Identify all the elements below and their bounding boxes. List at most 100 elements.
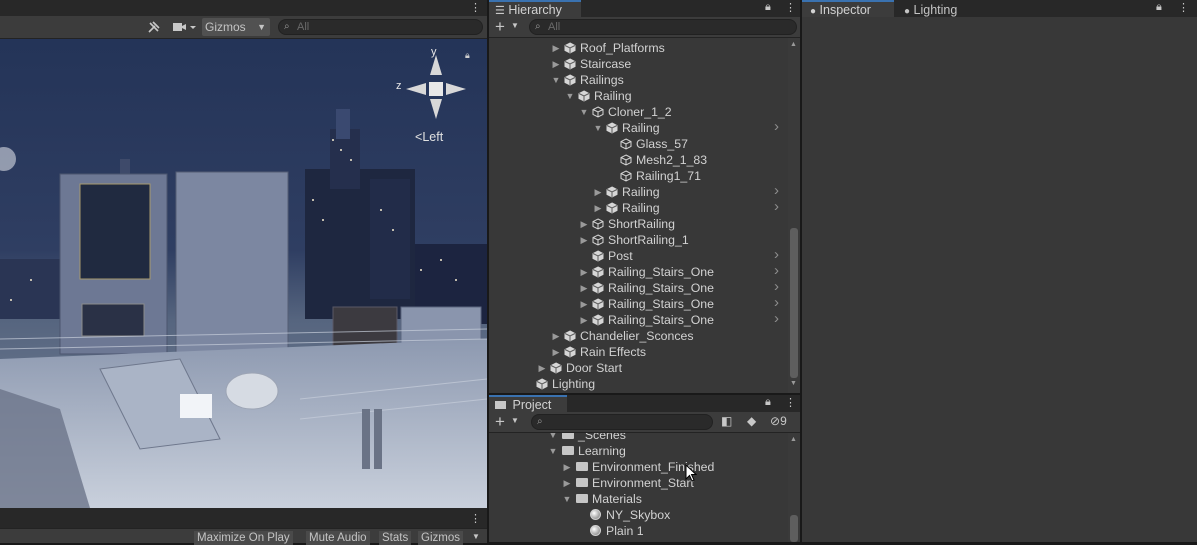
hierarchy-item[interactable]: ▶ Railing › [489, 199, 789, 216]
hierarchy-item[interactable]: Mesh2_1_83 [489, 152, 789, 168]
hierarchy-item[interactable]: ▶ Rain Effects [489, 344, 789, 360]
game-gizmos-dropdown[interactable]: Gizmos [418, 531, 463, 545]
prefab-open-chevron-icon[interactable]: › [774, 263, 779, 279]
project-folder-item[interactable]: ▼ _Scenes [489, 433, 789, 443]
hierarchy-search-input[interactable]: ⌕ All [529, 19, 797, 35]
project-search-input[interactable]: ⌕ [531, 414, 713, 430]
collapsed-arrow-icon[interactable]: ▶ [579, 264, 589, 280]
collapsed-arrow-icon[interactable]: ▶ [551, 40, 561, 56]
lock-icon[interactable]: 🔒︎ [765, 396, 771, 409]
hierarchy-item[interactable]: ▶ Staircase [489, 56, 789, 72]
collapsed-arrow-icon[interactable]: ▶ [537, 360, 547, 376]
hierarchy-item[interactable]: ▶ Door Start [489, 360, 789, 376]
chevron-down-icon[interactable]: ▼ [511, 21, 519, 30]
hierarchy-item[interactable]: ▶ Chandelier_Sconces [489, 328, 789, 344]
create-asset-button[interactable]: + [495, 413, 505, 431]
expanded-arrow-icon[interactable]: ▼ [551, 72, 561, 88]
scene-search-input[interactable]: ⌕ All [278, 19, 483, 35]
chevron-down-icon[interactable]: ▼ [511, 416, 519, 425]
tab-lighting[interactable]: ● Lighting [896, 0, 976, 17]
hierarchy-item[interactable]: ▶ Railing_Stairs_One › [489, 279, 789, 296]
tab-hierarchy[interactable]: ☰ Hierarchy [489, 0, 581, 17]
hierarchy-item[interactable]: ▼ Railings [489, 72, 789, 88]
project-folder-item[interactable]: ▶ Environment_Start [489, 475, 789, 491]
scene-viewport[interactable]: y z 🔒︎ <Left [0, 39, 487, 508]
hierarchy-item[interactable]: Railing1_71 [489, 168, 789, 184]
orientation-gizmo[interactable]: y z [392, 46, 472, 139]
hierarchy-item[interactable]: ▶ Railing_Stairs_One › [489, 295, 789, 312]
hierarchy-item[interactable]: ▼ Railing › [489, 119, 789, 136]
collapsed-arrow-icon[interactable]: ▶ [562, 459, 572, 475]
stats-toggle[interactable]: Stats [379, 531, 412, 545]
filter-by-type-icon[interactable]: ◧ [721, 414, 732, 428]
gizmos-dropdown[interactable]: Gizmos ▼ [202, 18, 270, 36]
expanded-arrow-icon[interactable]: ▼ [562, 491, 572, 507]
collapsed-arrow-icon[interactable]: ▶ [551, 328, 561, 344]
expanded-arrow-icon[interactable]: ▼ [579, 104, 589, 120]
kebab-menu-icon[interactable]: ⋮ [470, 1, 481, 14]
collapsed-arrow-icon[interactable]: ▶ [551, 56, 561, 72]
collapsed-arrow-icon[interactable]: ▶ [593, 184, 603, 200]
prefab-open-chevron-icon[interactable]: › [774, 199, 779, 215]
hierarchy-item[interactable]: ▶ ShortRailing_1 [489, 232, 789, 248]
project-folder-item[interactable]: ▼ Learning [489, 443, 789, 459]
prefab-open-chevron-icon[interactable]: › [774, 311, 779, 327]
scroll-thumb[interactable] [790, 515, 798, 542]
hierarchy-item[interactable]: ▼ Railing [489, 88, 789, 104]
kebab-menu-icon[interactable]: ⋮ [1178, 1, 1189, 14]
maximize-on-play-toggle[interactable]: Maximize On Play [194, 531, 293, 545]
tab-project[interactable]: Project [489, 395, 567, 412]
project-folder-item[interactable]: ▼ Materials [489, 491, 789, 507]
expanded-arrow-icon[interactable]: ▼ [593, 120, 603, 136]
lock-icon[interactable]: 🔒︎ [765, 1, 771, 14]
collapsed-arrow-icon[interactable]: ▶ [579, 296, 589, 312]
collapsed-arrow-icon[interactable]: ▶ [579, 232, 589, 248]
project-asset-item[interactable]: Plain 1 [489, 523, 789, 539]
expanded-arrow-icon[interactable]: ▼ [548, 443, 558, 459]
prefab-open-chevron-icon[interactable]: › [774, 295, 779, 311]
add-object-button[interactable]: + [495, 18, 505, 36]
expanded-arrow-icon[interactable]: ▼ [565, 88, 575, 104]
collapsed-arrow-icon[interactable]: ▶ [579, 280, 589, 296]
kebab-menu-icon[interactable]: ⋮ [785, 396, 796, 409]
hierarchy-item[interactable]: Lighting [489, 376, 789, 392]
collapsed-arrow-icon[interactable]: ▶ [562, 475, 572, 491]
scroll-down-icon[interactable]: ▼ [790, 380, 797, 387]
hierarchy-item[interactable]: ▶ Roof_Platforms [489, 40, 789, 56]
filter-by-label-icon[interactable]: ◆ [747, 414, 756, 428]
hierarchy-item[interactable]: Glass_57 [489, 136, 789, 152]
scroll-up-icon[interactable]: ▲ [790, 436, 797, 443]
view-orientation-label[interactable]: <Left [415, 130, 443, 144]
hierarchy-item[interactable]: ▶ Railing_Stairs_One › [489, 263, 789, 280]
project-asset-item[interactable]: NY_Skybox [489, 507, 789, 523]
project-scrollbar[interactable]: ▲ [788, 433, 800, 542]
hierarchy-scrollbar[interactable]: ▲ ▼ [788, 38, 800, 393]
scroll-up-icon[interactable]: ▲ [790, 41, 797, 48]
hierarchy-item[interactable]: ▼ Cloner_1_2 [489, 104, 789, 120]
prefab-open-chevron-icon[interactable]: › [774, 183, 779, 199]
project-folder-item[interactable]: ▶ Environment_Finished [489, 459, 789, 475]
camera-icon[interactable] [170, 18, 198, 36]
collapsed-arrow-icon[interactable]: ▶ [579, 312, 589, 328]
chevron-down-icon[interactable]: ▼ [472, 532, 480, 541]
lock-icon[interactable]: 🔒︎ [465, 50, 470, 61]
mute-audio-toggle[interactable]: Mute Audio [306, 531, 370, 545]
scroll-thumb[interactable] [790, 228, 798, 378]
kebab-menu-icon[interactable]: ⋮ [470, 512, 481, 525]
collapsed-arrow-icon[interactable]: ▶ [551, 344, 561, 360]
tools-icon[interactable] [146, 18, 162, 36]
hierarchy-item[interactable]: ▶ Railing › [489, 183, 789, 200]
tab-inspector[interactable]: ● Inspector [802, 0, 894, 17]
prefab-open-chevron-icon[interactable]: › [774, 279, 779, 295]
collapsed-arrow-icon[interactable]: ▶ [593, 200, 603, 216]
hierarchy-item[interactable]: ▶ ShortRailing [489, 216, 789, 232]
prefab-open-chevron-icon[interactable]: › [774, 119, 779, 135]
hierarchy-item[interactable]: Post › [489, 247, 789, 264]
expanded-arrow-icon[interactable]: ▼ [548, 433, 558, 443]
kebab-menu-icon[interactable]: ⋮ [785, 1, 796, 14]
hierarchy-item[interactable]: ▶ Railing_Stairs_One › [489, 311, 789, 328]
collapsed-arrow-icon[interactable]: ▶ [579, 216, 589, 232]
prefab-open-chevron-icon[interactable]: › [774, 247, 779, 263]
hidden-packages-toggle[interactable]: ⊘9 [770, 414, 787, 428]
lock-icon[interactable]: 🔒︎ [1156, 1, 1162, 14]
